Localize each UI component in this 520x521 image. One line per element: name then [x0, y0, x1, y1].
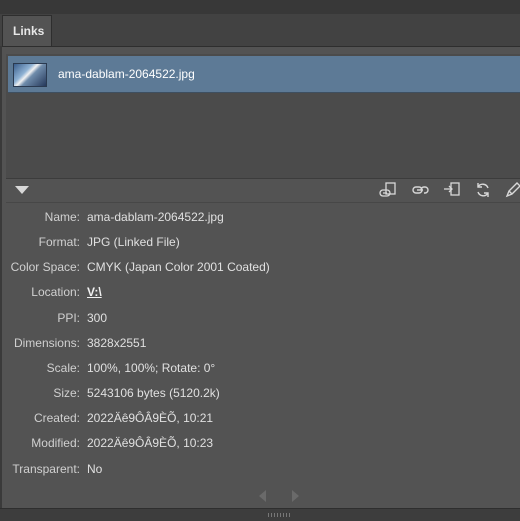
disclosure-triangle-icon[interactable]	[15, 186, 29, 194]
top-strip	[0, 0, 520, 14]
next-link-arrow-icon[interactable]	[292, 490, 299, 502]
info-label: Format:	[38, 235, 80, 249]
relink-icon[interactable]	[410, 181, 430, 199]
panel-resize-bar[interactable]	[0, 508, 520, 521]
info-row-dimensions: Dimensions: 3828x2551	[0, 336, 520, 354]
info-row-ppi: PPI: 300	[0, 311, 520, 329]
info-label: Created:	[33, 411, 80, 425]
previous-link-arrow-icon[interactable]	[259, 490, 266, 502]
info-row-name: Name: ama-dablam-2064522.jpg	[0, 210, 520, 228]
info-value: 300	[87, 311, 108, 325]
info-row-size: Size: 5243106 bytes (5120.2k)	[0, 386, 520, 404]
links-toolbar	[6, 178, 520, 203]
info-label: Size:	[53, 386, 80, 400]
info-label: PPI:	[57, 311, 80, 325]
info-label: Color Space:	[10, 260, 80, 274]
info-row-format: Format: JPG (Linked File)	[0, 235, 520, 253]
links-list[interactable]: ama-dablam-2064522.jpg	[6, 54, 520, 179]
info-row-transparent: Transparent: No	[0, 462, 520, 480]
go-to-link-icon[interactable]	[442, 181, 462, 199]
info-row-location: Location: V:\	[0, 285, 520, 303]
relink-from-cc-libraries-icon[interactable]	[378, 181, 398, 199]
info-value: 2022Äê9ÔÂ9ÈÕ, 10:23	[87, 436, 214, 450]
tab-links[interactable]: Links	[2, 15, 52, 46]
info-value: No	[87, 462, 103, 476]
info-label: Transparent:	[12, 462, 80, 476]
info-value: JPG (Linked File)	[87, 235, 180, 249]
link-file-name: ama-dablam-2064522.jpg	[58, 67, 195, 81]
info-label: Dimensions:	[13, 336, 80, 350]
info-value: CMYK (Japan Color 2001 Coated)	[87, 260, 270, 274]
link-list-item[interactable]: ama-dablam-2064522.jpg	[8, 56, 520, 93]
info-label: Location:	[31, 285, 80, 299]
info-value: ama-dablam-2064522.jpg	[87, 210, 224, 224]
info-value: 2022Äê9ÔÂ9ÈÕ, 10:21	[87, 411, 214, 425]
info-row-scale: Scale: 100%, 100%; Rotate: 0°	[0, 361, 520, 379]
info-label: Modified:	[31, 436, 80, 450]
info-value: 100%, 100%; Rotate: 0°	[87, 361, 216, 375]
image-thumbnail	[13, 63, 47, 87]
edit-original-icon[interactable]	[503, 181, 520, 199]
info-row-created: Created: 2022Äê9ÔÂ9ÈÕ, 10:21	[0, 411, 520, 429]
info-row-color-space: Color Space: CMYK (Japan Color 2001 Coat…	[0, 260, 520, 278]
info-label: Name:	[44, 210, 80, 224]
info-value: 3828x2551	[87, 336, 147, 350]
resize-grip-icon[interactable]	[268, 513, 292, 517]
info-row-modified: Modified: 2022Äê9ÔÂ9ÈÕ, 10:23	[0, 436, 520, 454]
info-value: 5243106 bytes (5120.2k)	[87, 386, 220, 400]
panel-tab-bar: Links	[0, 14, 520, 47]
location-link[interactable]: V:\	[87, 285, 102, 299]
info-label: Scale:	[46, 361, 80, 375]
update-link-icon[interactable]	[473, 181, 493, 199]
